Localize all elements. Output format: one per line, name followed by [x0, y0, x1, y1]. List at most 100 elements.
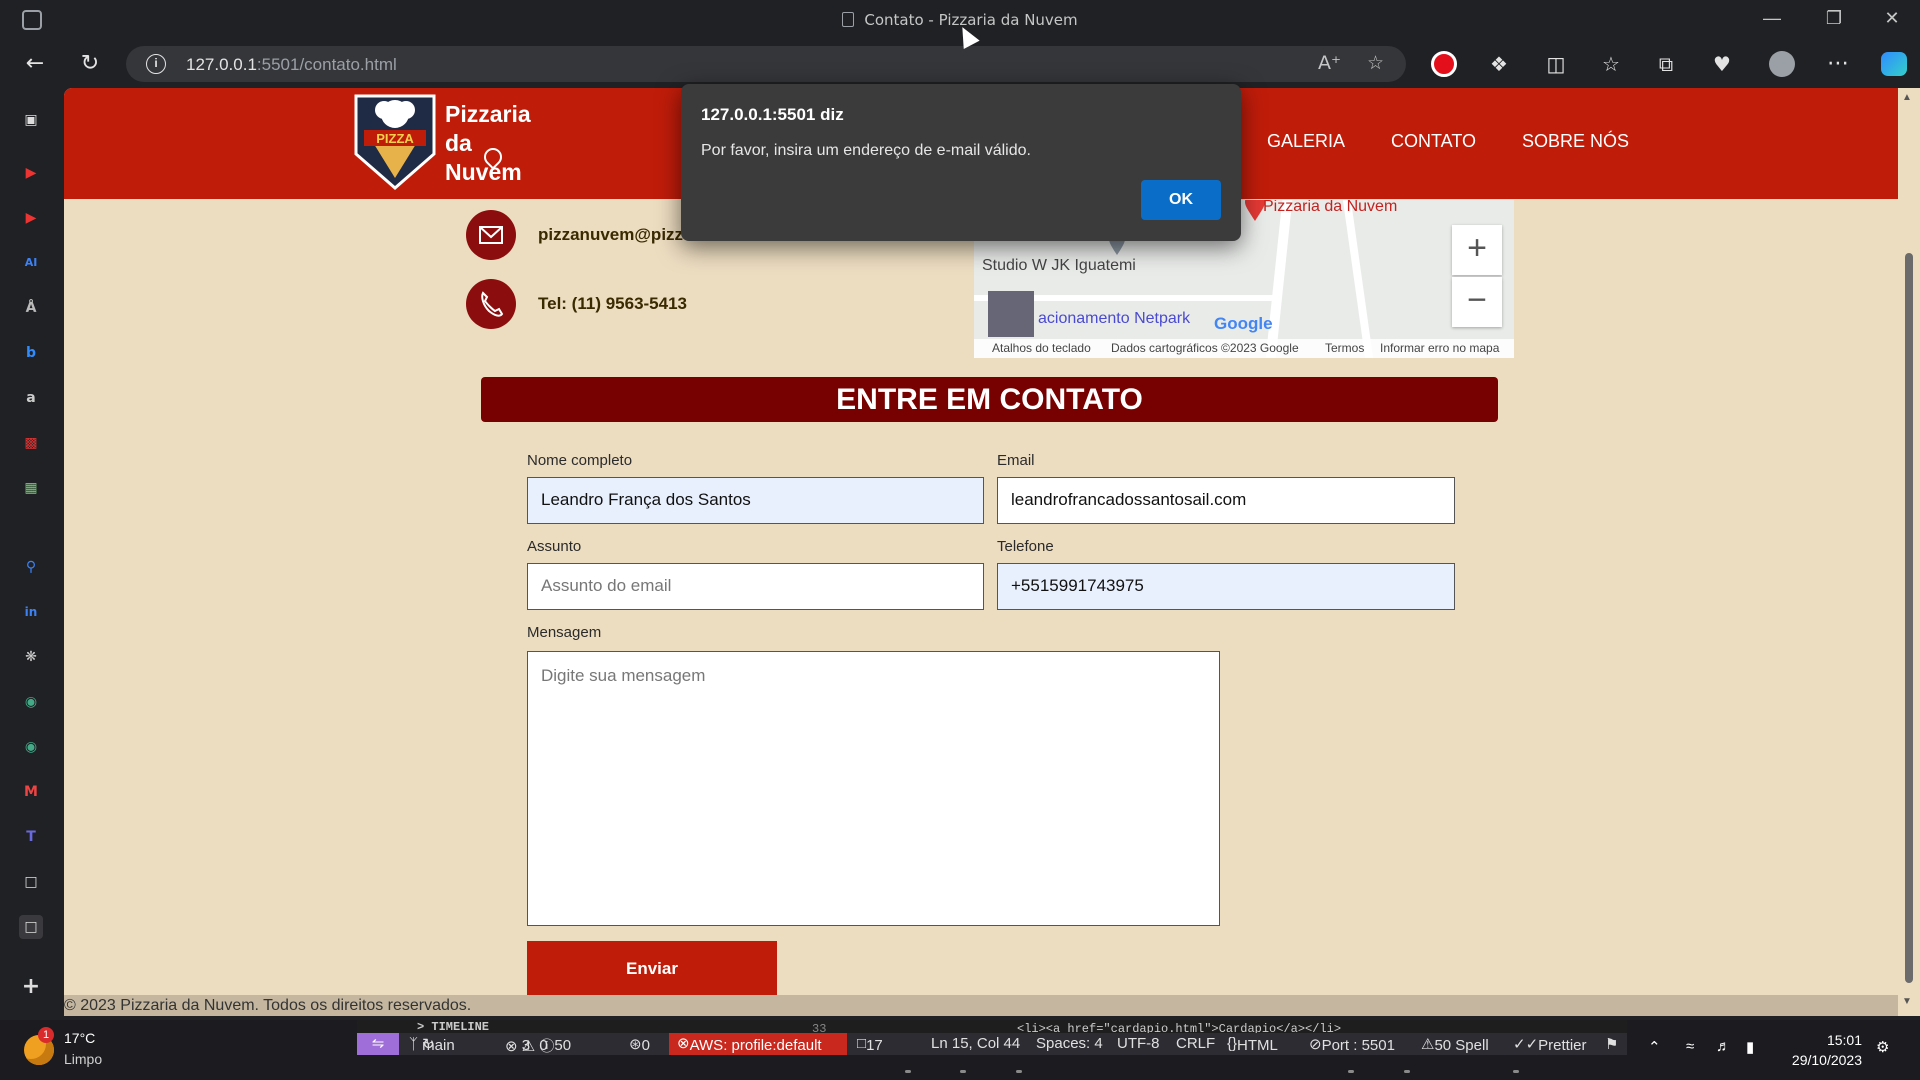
pdf-icon[interactable]: ▩ [19, 431, 43, 455]
email-input[interactable]: leandrofrancadossantosail.com [997, 477, 1455, 524]
map-road-2 [1342, 200, 1374, 358]
refresh-icon[interactable]: ↻ [74, 48, 106, 80]
spell-status[interactable]: ⚠ 50 Spell [1421, 1035, 1489, 1054]
alert-dialog: 127.0.0.1:5501 diz Por favor, insira um … [681, 84, 1241, 241]
phone-input[interactable]: +5515991743975 [997, 563, 1455, 610]
prettier-status[interactable]: ✓✓ Prettier [1513, 1035, 1587, 1054]
taskbar-app-indicator [905, 1070, 911, 1073]
map-footer: Atalhos do teclado Dados cartográficos ©… [974, 339, 1514, 358]
chatgpt-icon[interactable]: ❋ [19, 645, 43, 669]
tray-overflow-icon[interactable]: ⌃ [1648, 1038, 1661, 1056]
cursor-position[interactable]: Ln 15, Col 44 [931, 1035, 1020, 1052]
restore-icon[interactable]: ❐ [1812, 8, 1856, 29]
brand-line-1: Pizzaria [445, 101, 531, 127]
encoding-status[interactable]: UTF-8 [1117, 1035, 1160, 1052]
street-view-thumbnail[interactable] [988, 291, 1034, 337]
bing-icon[interactable]: b [19, 341, 43, 365]
add-sidebar-app-icon[interactable]: + [19, 975, 43, 999]
map-place-label[interactable]: Pizzaria da Nuvem [1263, 200, 1397, 216]
message-textarea[interactable]: Digite sua mensagem [527, 651, 1220, 926]
page-scrollbar[interactable]: ▲ ▼ [1898, 88, 1920, 1016]
document-icon-active[interactable]: □ [19, 915, 43, 939]
youtube-icon-2[interactable]: ▶ [19, 206, 43, 230]
contact-section-title: ENTRE EM CONTATO [481, 377, 1498, 422]
profile-avatar[interactable] [1766, 48, 1798, 80]
search-icon[interactable]: ⚲ [19, 555, 43, 579]
extensions-icon[interactable]: ❖ [1483, 48, 1515, 80]
map-zoom-in-button[interactable]: + [1452, 225, 1502, 275]
branch-status[interactable]: ᛉ main ↻ [409, 1035, 455, 1054]
extension-red-icon[interactable] [1428, 48, 1460, 80]
teams-icon[interactable]: T [19, 825, 43, 849]
back-icon[interactable]: ← [19, 48, 51, 80]
vscode-timeline-label: > TIMELINE [417, 1020, 490, 1034]
url-text[interactable]: 127.0.0.1:5501/contato.html [186, 55, 397, 75]
app-icon-green-2[interactable]: ◉ [19, 735, 43, 759]
performance-icon[interactable]: ♥ [1706, 48, 1738, 80]
eol-status[interactable]: CRLF [1176, 1035, 1215, 1052]
favorites-icon[interactable]: ☆ [1595, 48, 1627, 80]
taskbar-app-indicator-5 [1404, 1070, 1410, 1073]
address-bar[interactable]: i 127.0.0.1:5501/contato.html A⁺ ☆ [126, 46, 1406, 82]
subject-input[interactable]: Assunto do email [527, 563, 984, 610]
scrollbar-thumb[interactable] [1905, 253, 1913, 983]
ai-app-icon[interactable]: AI [19, 251, 43, 275]
scroll-down-icon[interactable]: ▼ [1902, 996, 1912, 1007]
name-input[interactable]: Leandro França dos Santos [527, 477, 984, 524]
map-zoom-out-button[interactable]: − [1452, 277, 1502, 327]
indent-status[interactable]: Spaces: 4 [1036, 1035, 1103, 1052]
office-icon[interactable]: ▦ [19, 476, 43, 500]
battery-icon[interactable]: ▮ [1746, 1038, 1754, 1056]
map-poi-label[interactable]: Studio W JK Iguatemi [982, 257, 1136, 275]
files-status[interactable]: □ 17 [857, 1035, 883, 1054]
amazon-icon[interactable]: a [19, 386, 43, 410]
copilot-icon[interactable] [1878, 48, 1910, 80]
send-button[interactable]: Enviar [527, 941, 777, 996]
nav-galeria[interactable]: GALERIA [1267, 131, 1345, 152]
map-poi-label-2[interactable]: acionamento Netpark [1038, 310, 1190, 328]
contact-phone[interactable]: Tel: (11) 9563-5413 [538, 294, 687, 314]
notification-center-icon[interactable]: ⚙ [1876, 1038, 1889, 1056]
close-icon[interactable]: ✕ [1870, 8, 1914, 29]
live-server-port: Port : 5501 [1321, 1037, 1395, 1054]
document-icon[interactable]: □ [19, 870, 43, 894]
brand-name[interactable]: Pizzaria da Nuvem [445, 100, 555, 187]
more-menu-icon[interactable]: ⋯ [1822, 48, 1854, 80]
weather-temperature[interactable]: 17°C [64, 1030, 95, 1046]
contact-email[interactable]: pizzanuvem@pizza [538, 225, 693, 245]
map-report-error-link[interactable]: Informar erro no mapa [1380, 341, 1499, 355]
tab-actions-icon[interactable]: ▣ [19, 108, 43, 132]
pizza-logo[interactable]: PIZZA [354, 92, 436, 190]
volume-icon[interactable]: ♬ [1716, 1038, 1731, 1055]
translate-icon[interactable]: Å [19, 296, 43, 320]
notifications-bell-icon[interactable]: ⚑ [1605, 1035, 1618, 1053]
youtube-icon[interactable]: ▶ [19, 161, 43, 185]
map-keyboard-shortcuts[interactable]: Atalhos do teclado [992, 341, 1091, 355]
linkedin-icon[interactable]: in [19, 600, 43, 624]
aws-status[interactable]: ⊗ AWS: profile:default [669, 1033, 847, 1055]
map-terms-link[interactable]: Termos [1325, 341, 1364, 355]
weather-description[interactable]: Limpo [64, 1051, 102, 1067]
ports-status[interactable]: ⊛ 0 [629, 1035, 650, 1054]
edge-sidebar: ▣ ▶ ▶ AI Å b a ▩ ▦ ⚲ in ❋ ◉ ◉ M T □ □ + [0, 87, 64, 1020]
read-aloud-icon[interactable]: A⁺ [1318, 52, 1341, 74]
system-clock[interactable]: 15:01 29/10/2023 [1778, 1030, 1862, 1070]
dialog-ok-button[interactable]: OK [1141, 180, 1221, 220]
gmail-icon[interactable]: M [19, 780, 43, 804]
live-server-status[interactable]: ⊘ Port : 5501 [1309, 1035, 1395, 1054]
favorite-star-icon[interactable]: ☆ [1367, 52, 1384, 74]
remote-icon[interactable]: ⇋ [357, 1033, 399, 1055]
split-screen-icon[interactable]: ◫ [1540, 48, 1572, 80]
scroll-up-icon[interactable]: ▲ [1902, 92, 1912, 103]
minimize-icon[interactable]: — [1750, 8, 1794, 29]
prettier-label: Prettier [1538, 1037, 1587, 1054]
aws-profile: AWS: profile:default [689, 1037, 822, 1054]
wifi-icon[interactable]: ≈ [1686, 1038, 1694, 1055]
collections-icon[interactable]: ⧉ [1650, 48, 1682, 80]
site-info-icon[interactable]: i [146, 54, 166, 74]
nav-contato[interactable]: CONTATO [1391, 131, 1476, 152]
language-status[interactable]: {​} HTML [1227, 1035, 1278, 1054]
nav-sobre-nos[interactable]: SOBRE NÓS [1522, 131, 1629, 152]
problems-status[interactable]: ⊗ 3 ⚠ 0 ⓘ 50 [505, 1035, 571, 1056]
app-icon-green[interactable]: ◉ [19, 690, 43, 714]
